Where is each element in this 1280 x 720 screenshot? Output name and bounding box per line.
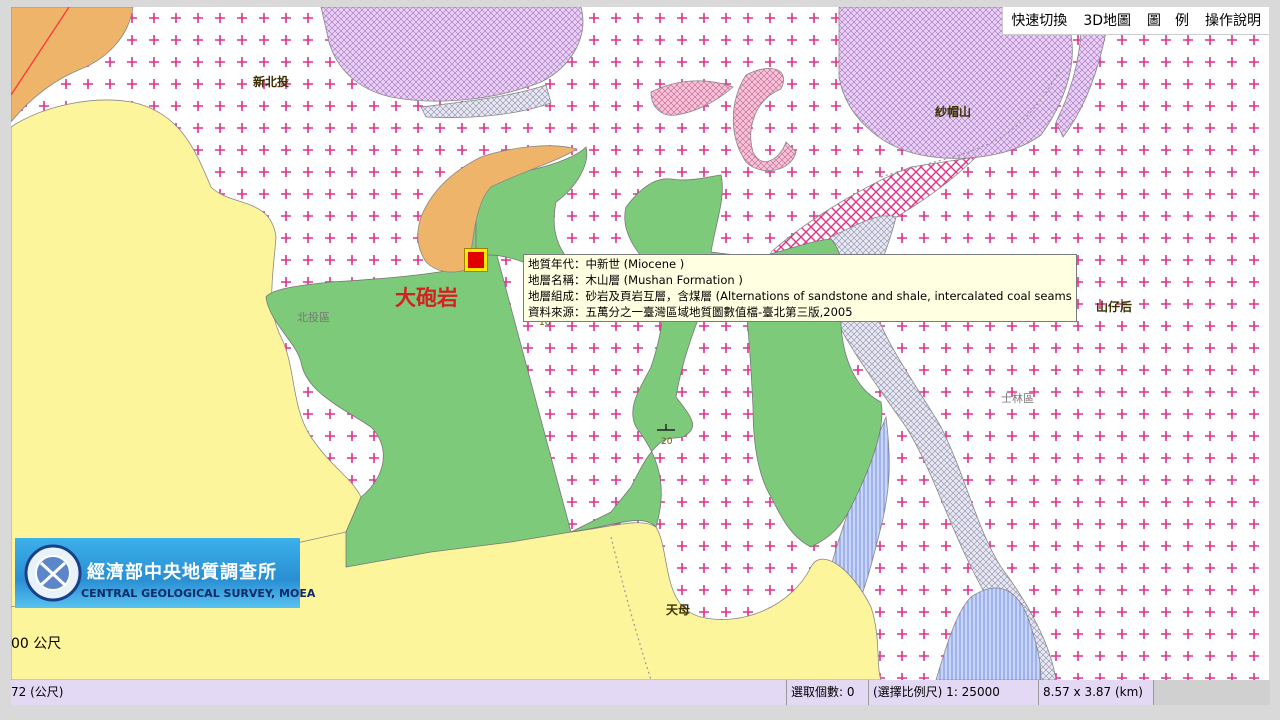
place-label-xinbeitou: 新北投 (253, 75, 290, 89)
geologic-map[interactable]: 新北投 紗帽山 山仔后 天母 北投區 士林區 16 20 大砲岩 地質年代：中新… (11, 7, 1269, 680)
scale-bar-label: 00 公尺 (11, 636, 62, 652)
place-label-tianmu: 天母 (666, 603, 691, 617)
3d-map-button[interactable]: 3D地圖 (1075, 7, 1139, 34)
help-button[interactable]: 操作說明 (1197, 7, 1269, 34)
cgs-emblem-icon (24, 544, 82, 602)
district-label-shilin: 士林區 (1001, 392, 1034, 405)
logo-name-zh: 經濟部中央地質調查所 (87, 562, 277, 583)
scale-selector[interactable]: (選擇比例尺) 1: 25000 (868, 680, 1038, 705)
unit-info-tooltip: 地質年代：中新世 (Miocene ) 地層名稱：木山層 (Mushan For… (523, 254, 1077, 322)
map-toolbar: 快速切換 3D地圖 圖 例 操作說明 (1002, 7, 1269, 35)
feature-label-dapaoyan: 大砲岩 (395, 285, 458, 310)
place-label-shamaoshan: 紗帽山 (935, 105, 972, 119)
distance-readout: 72 (公尺) (11, 685, 64, 699)
status-bar: 72 (公尺) 選取個數: 0 (選擇比例尺) 1: 25000 8.57 x … (11, 680, 1270, 705)
status-spacer (1153, 680, 1270, 705)
quick-switch-button[interactable]: 快速切換 (1003, 7, 1075, 34)
selected-count: 選取個數: 0 (786, 680, 869, 705)
district-label-beitou: 北投區 (297, 311, 330, 324)
tooltip-source: 資料來源：五萬分之一臺灣區域地質圖數值檔-臺北第三版,2005 (528, 305, 853, 319)
tooltip-formation: 地層名稱：木山層 (Mushan Formation ) (528, 273, 743, 287)
legend-button[interactable]: 圖 例 (1139, 7, 1197, 34)
tooltip-age: 地質年代：中新世 (Miocene ) (528, 257, 685, 271)
place-label-shanzihou: 山仔后 (1096, 300, 1133, 314)
cgs-logo: 經濟部中央地質調查所 CENTRAL GEOLOGICAL SURVEY, MO… (15, 538, 315, 608)
dip-value-2: 20 (661, 437, 673, 447)
location-marker[interactable] (464, 248, 488, 272)
tooltip-composition: 地層組成：砂岩及頁岩互層，含煤層 (Alternations of sandst… (528, 289, 1072, 303)
logo-name-en: CENTRAL GEOLOGICAL SURVEY, MOEA (81, 587, 316, 600)
map-extent: 8.57 x 3.87 (km) (1038, 680, 1153, 705)
